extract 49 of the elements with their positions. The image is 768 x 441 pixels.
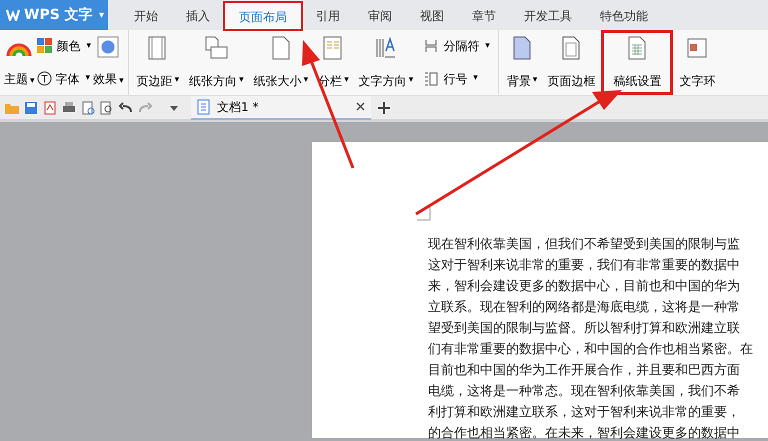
document-icon [197,98,211,114]
add-tab-icon[interactable] [378,102,390,114]
ribbon-tab[interactable]: 页面布局 [224,2,302,30]
ribbon-button[interactable]: 分隔符 ▾ [423,37,490,56]
ribbon-tab[interactable]: 开发工具 [510,2,586,30]
ribbon-tab[interactable]: 引用 [302,2,354,30]
ribbon-button[interactable]: 文字环 [675,30,720,95]
color-squares-icon [36,38,53,54]
document-text-line: 立联系。现在智利的网络都是海底电缆，这将是一种常 [428,299,741,317]
ribbon-button[interactable]: 行号 ▾ [423,70,490,88]
ribbon-button[interactable]: 文字方向 ▾ [354,30,418,95]
document-tab[interactable]: 文档1 * [191,96,371,120]
theme-button[interactable]: 主题 ▾ [4,70,35,89]
ribbon-tab[interactable]: 开始 [120,2,172,30]
document-text-line: 电缆，这将是一种常态。现在智利依靠美国，我们不希 [428,383,741,401]
effect-icon [97,36,120,58]
save-icon[interactable] [23,100,39,116]
line-numbers-icon [423,70,440,87]
ribbon-tab[interactable]: 审阅 [354,2,406,30]
document-text-line: 来，智利会建设更多的数据中心，目前也和中国的华为 [428,278,741,296]
app-menu-button[interactable]: WPS 文字 ▾ [0,0,108,30]
document-text-line: 们有非常重要的数据中心，和中国的合作也相当紧密。在 [428,341,753,359]
ribbon-button[interactable]: 稿纸设置 [601,30,674,95]
w-logo-icon [6,9,20,21]
document-text-line: 目前也和中国的华为工作开展合作，并且要和巴西方面 [428,362,741,380]
ribbon-button[interactable]: 纸张方向 ▾ [185,30,248,95]
ribbon-button[interactable]: 纸张大小 ▾ [250,30,312,95]
ribbon-tab[interactable]: 章节 [458,2,510,30]
document-text-line: 利打算和欧洲建立联系，这对于智利来说非常的重要， [428,404,741,422]
pdf-icon[interactable] [42,100,58,116]
font-button[interactable]: 字体 ▾ [36,70,92,88]
ribbon-button[interactable]: 页边距 ▾ [132,30,184,95]
ribbon-button[interactable]: 背景 ▾ [502,30,542,95]
font-icon [36,71,52,86]
document-text-line: 这对于智利来说非常的重要，我们有非常重要的数据中 [428,257,741,275]
break-icon [423,38,440,54]
ribbon-tab[interactable]: 插入 [172,2,224,30]
print-preview-icon[interactable] [80,100,96,116]
ribbon-tab[interactable]: 特色功能 [586,2,662,30]
color-button[interactable]: 颜色 ▾ [36,37,92,56]
document-text-line: 望受到美国的限制与监督。所以智利打算和欧洲建立联 [428,320,741,338]
close-icon[interactable] [356,102,365,111]
page-orientation-icon [203,35,230,62]
document-text-line: 现在智利依靠美国，但我们不希望受到美国的限制与监 [428,236,741,254]
ribbon-button[interactable]: 页面边框 [543,30,600,95]
effects-button[interactable]: 效果 ▾ [93,70,124,89]
ribbon-tab[interactable]: 视图 [406,2,458,30]
document-text-line: 的合作也相当紧密。在未来，智利会建设更多的数据中 [428,425,741,441]
margin-corner-icon [417,207,431,221]
